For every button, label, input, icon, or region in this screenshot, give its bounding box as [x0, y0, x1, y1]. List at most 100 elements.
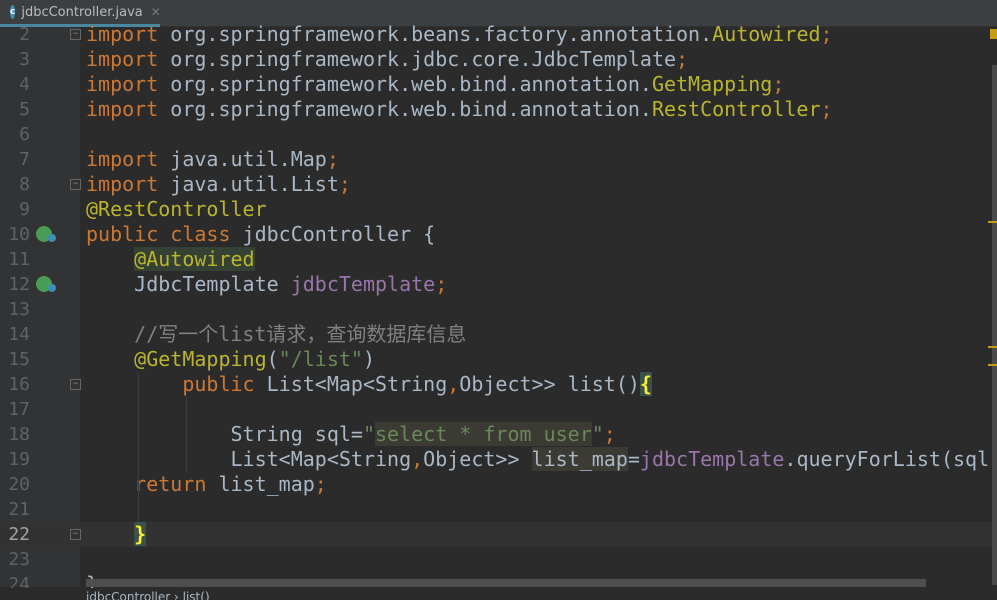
line-number[interactable]: 21	[0, 497, 30, 522]
code-text: JdbcTemplate jdbcTemplate;	[86, 272, 447, 297]
code-token: )	[362, 347, 376, 371]
code-line[interactable]: 5 import org.springframework.web.bind.ann…	[0, 97, 997, 122]
vertical-scrollbar[interactable]	[992, 65, 997, 585]
code-token: ;	[314, 472, 327, 496]
code-text: //写一个list请求，查询数据库信息	[86, 322, 466, 347]
code-text: @Autowired	[86, 247, 255, 272]
code-line[interactable]: 23	[0, 547, 997, 572]
line-number[interactable]: 13	[0, 297, 30, 322]
code-text: }	[86, 522, 147, 547]
breadcrumb-class[interactable]: jdbcController	[86, 590, 170, 600]
line-number[interactable]: 11	[0, 247, 30, 272]
line-number[interactable]: 5	[0, 97, 30, 122]
fold-icon[interactable]: −	[70, 29, 81, 40]
code-token: @RestController	[86, 197, 267, 221]
code-token: import	[86, 172, 171, 196]
line-number[interactable]: 3	[0, 47, 30, 72]
code-line[interactable]: 12 JdbcTemplate jdbcTemplate;	[0, 272, 997, 297]
code-line[interactable]: 18 String sql="select * from user";	[0, 422, 997, 447]
code-token: ;	[326, 147, 339, 171]
fold-icon[interactable]: −	[70, 529, 81, 540]
code-token: @GetMapping	[134, 347, 267, 371]
code-token: import	[86, 72, 171, 96]
fold-icon[interactable]: −	[70, 179, 81, 190]
line-number[interactable]: 22	[0, 522, 30, 547]
code-token: Autowired	[712, 22, 821, 46]
code-token: //写一个list请求，查询数据库信息	[86, 322, 467, 346]
code-text: import org.springframework.web.bind.anno…	[86, 97, 833, 122]
line-number[interactable]: 16	[0, 372, 30, 397]
horizontal-scrollbar[interactable]	[86, 579, 926, 587]
breadcrumb-method[interactable]: list()	[183, 590, 210, 600]
code-line[interactable]: 21	[0, 497, 997, 522]
code-token: org.springframework.web.bind.annotation.	[170, 72, 652, 96]
line-number[interactable]: 2	[0, 22, 30, 47]
code-token: GetMapping	[651, 72, 773, 96]
close-tab-icon[interactable]: ✕	[151, 5, 161, 19]
line-number[interactable]: 18	[0, 422, 30, 447]
code-token: jdbcController {	[242, 222, 436, 246]
line-number[interactable]: 19	[0, 447, 30, 472]
line-number[interactable]: 8	[0, 172, 30, 197]
code-token: {	[639, 372, 652, 396]
code-token: }	[134, 522, 147, 546]
line-number[interactable]: 9	[0, 197, 30, 222]
code-line[interactable]: 8 − import java.util.List;	[0, 172, 997, 197]
line-number[interactable]: 7	[0, 147, 30, 172]
code-line[interactable]: 7 import java.util.Map;	[0, 147, 997, 172]
code-token: ;	[435, 272, 448, 296]
code-line[interactable]: 11 @Autowired	[0, 247, 997, 272]
code-token: =	[627, 447, 640, 471]
line-number[interactable]: 17	[0, 397, 30, 422]
code-token: ;	[338, 172, 351, 196]
code-token: import	[86, 22, 171, 46]
code-line[interactable]: 6	[0, 122, 997, 147]
autowired-navigate-icon[interactable]	[36, 276, 56, 292]
code-line[interactable]: 10 public class jdbcController {	[0, 222, 997, 247]
line-number[interactable]: 15	[0, 347, 30, 372]
line-number[interactable]: 14	[0, 322, 30, 347]
code-line[interactable]: 2 − import org.springframework.beans.facto…	[0, 22, 997, 47]
breadcrumb: jdbcController › list()	[0, 588, 997, 600]
code-line[interactable]: 3 import org.springframework.jdbc.core.Jd…	[0, 47, 997, 72]
indent-guide	[186, 397, 187, 472]
code-line[interactable]: 15 @GetMapping("/list")	[0, 347, 997, 372]
warning-marker[interactable]	[988, 364, 997, 366]
line-number[interactable]: 4	[0, 72, 30, 97]
code-line[interactable]: 20 return list_map;	[0, 472, 997, 497]
inspection-status-icon[interactable]	[990, 29, 997, 39]
code-token: .queryForList(sql)	[784, 447, 997, 471]
spring-bean-icon[interactable]	[36, 226, 56, 242]
code-line[interactable]: 17	[0, 397, 997, 422]
code-token: ,	[447, 372, 460, 396]
code-line[interactable]: 16 − public List<Map<String,Object>> list…	[0, 372, 997, 397]
code-token: import	[86, 47, 171, 71]
line-number[interactable]: 10	[0, 222, 30, 247]
code-line[interactable]: 13	[0, 297, 997, 322]
code-text: import org.springframework.web.bind.anno…	[86, 72, 784, 97]
code-line[interactable]: 14 //写一个list请求，查询数据库信息	[0, 322, 997, 347]
code-text: public class jdbcController {	[86, 222, 435, 247]
code-line[interactable]: 9 @RestController	[0, 197, 997, 222]
code-token: "	[362, 422, 375, 446]
line-number[interactable]: 20	[0, 472, 30, 497]
code-token: org.springframework.web.bind.annotation.	[170, 97, 652, 121]
fold-icon[interactable]: −	[70, 379, 81, 390]
code-text: import org.springframework.jdbc.core.Jdb…	[86, 47, 688, 72]
code-token: ,	[411, 447, 424, 471]
code-line[interactable]: 22 − }	[0, 522, 997, 547]
line-number[interactable]: 23	[0, 547, 30, 572]
code-text: return list_map;	[86, 472, 327, 497]
line-number[interactable]: 12	[0, 272, 30, 297]
code-token: public	[182, 372, 267, 396]
line-number[interactable]: 6	[0, 122, 30, 147]
code-line[interactable]: 19 List<Map<String,Object>> list_map=jdb…	[0, 447, 997, 472]
code-token: List<Map<String	[86, 447, 412, 471]
warning-marker[interactable]	[988, 221, 997, 223]
code-token: list_map	[531, 447, 628, 471]
code-line[interactable]: 4 import org.springframework.web.bind.ann…	[0, 72, 997, 97]
warning-marker[interactable]	[988, 346, 997, 348]
